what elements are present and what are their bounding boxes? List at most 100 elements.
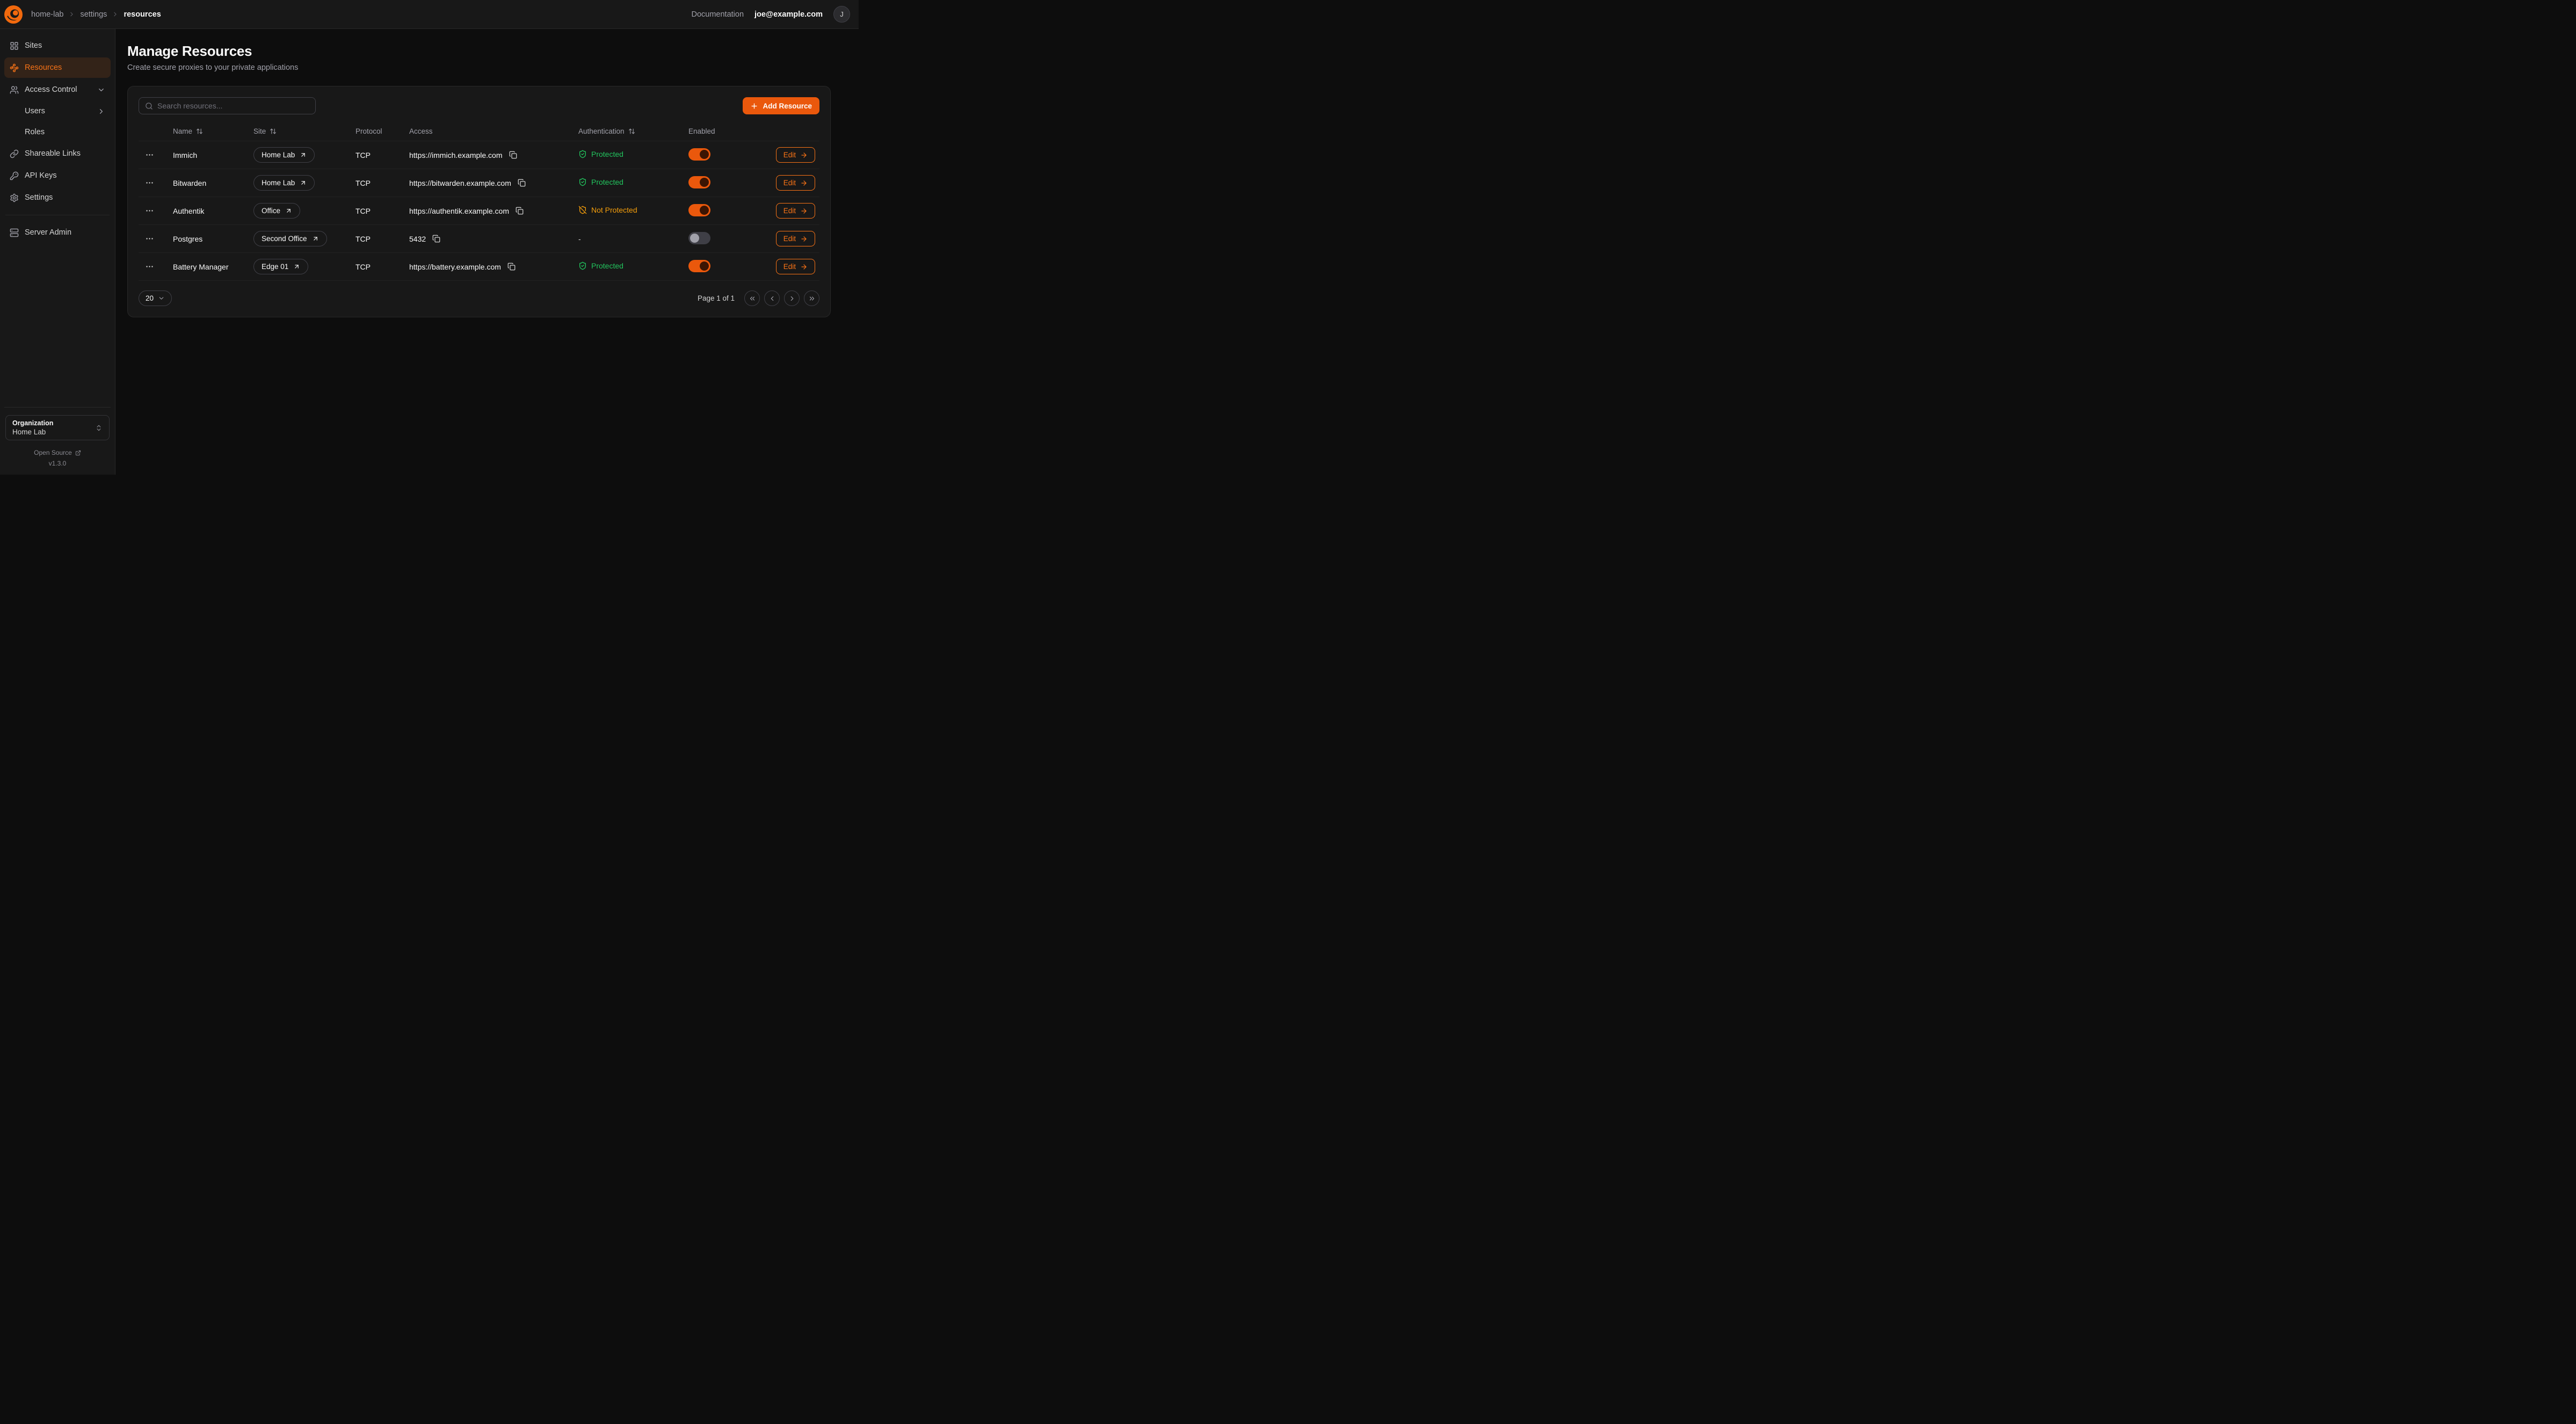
sidebar-item-label: Users	[25, 107, 45, 115]
protocol-value: TCP	[355, 207, 371, 215]
arrow-up-right-icon	[312, 235, 319, 242]
breadcrumb-item-settings[interactable]: settings	[80, 10, 107, 19]
copy-button[interactable]	[506, 261, 517, 272]
sidebar-item-server-admin[interactable]: Server Admin	[4, 222, 111, 243]
edit-button[interactable]: Edit	[776, 175, 815, 191]
copy-icon	[509, 151, 517, 159]
sidebar-item-label: Resources	[25, 63, 62, 72]
edit-label: Edit	[783, 179, 796, 187]
row-menu-button[interactable]	[143, 148, 156, 162]
sidebar-item-sites[interactable]: Sites	[4, 35, 111, 56]
access-url: https://authentik.example.com	[409, 207, 509, 215]
row-menu-button[interactable]	[143, 232, 156, 245]
sidebar-item-label: API Keys	[25, 171, 57, 180]
sidebar-item-access-control[interactable]: Access Control	[4, 79, 111, 100]
enabled-toggle[interactable]	[688, 232, 710, 244]
last-page-button[interactable]	[804, 290, 819, 306]
user-email[interactable]: joe@example.com	[754, 10, 823, 19]
enabled-toggle[interactable]	[688, 204, 710, 216]
row-menu-button[interactable]	[143, 260, 156, 273]
users-icon	[10, 85, 19, 95]
edit-button[interactable]: Edit	[776, 231, 815, 246]
copy-button[interactable]	[508, 150, 518, 160]
server-icon	[10, 228, 19, 237]
sidebar-item-label: Roles	[25, 128, 45, 136]
avatar[interactable]: J	[833, 6, 850, 23]
page-size-select[interactable]: 20	[139, 290, 172, 306]
documentation-link[interactable]: Documentation	[692, 10, 744, 19]
app-logo[interactable]	[4, 5, 23, 24]
sidebar-nav: Sites Resources Access Control	[4, 35, 111, 243]
enabled-toggle[interactable]	[688, 260, 710, 272]
previous-page-button[interactable]	[764, 290, 780, 306]
chevron-right-icon	[788, 295, 796, 302]
enabled-toggle[interactable]	[688, 176, 710, 188]
sidebar-item-users[interactable]: Users	[4, 101, 111, 121]
site-link[interactable]: Second Office	[253, 231, 327, 246]
access-url: https://bitwarden.example.com	[409, 179, 511, 187]
ellipsis-icon	[145, 262, 154, 271]
enabled-toggle[interactable]	[688, 148, 710, 161]
sidebar-item-resources[interactable]: Resources	[4, 57, 111, 78]
site-link[interactable]: Home Lab	[253, 175, 315, 191]
site-name: Home Lab	[262, 151, 295, 159]
arrow-right-icon	[800, 151, 808, 159]
ellipsis-icon	[145, 178, 154, 187]
search-input[interactable]	[157, 101, 309, 110]
header-access: Access	[405, 122, 574, 141]
site-link[interactable]: Office	[253, 203, 300, 219]
copy-icon	[432, 235, 440, 243]
waypoints-icon	[10, 63, 19, 72]
topbar: home-lab settings resources Documentatio…	[0, 0, 859, 29]
protocol-value: TCP	[355, 151, 371, 159]
sort-by-site-button[interactable]: Site	[253, 127, 277, 135]
sidebar-item-api-keys[interactable]: API Keys	[4, 165, 111, 186]
sort-by-name-button[interactable]: Name	[173, 127, 203, 135]
chevrons-right-icon	[808, 295, 816, 302]
ellipsis-icon	[145, 234, 154, 243]
site-link[interactable]: Home Lab	[253, 147, 315, 163]
row-menu-button[interactable]	[143, 204, 156, 217]
header-authentication: Authentication	[574, 122, 684, 141]
edit-button[interactable]: Edit	[776, 259, 815, 274]
copy-button[interactable]	[431, 234, 441, 244]
table-row: Postgres Second Office TCP 5432	[139, 225, 819, 253]
sidebar-item-settings[interactable]: Settings	[4, 187, 111, 208]
sidebar-item-roles[interactable]: Roles	[4, 122, 111, 142]
arrow-up-right-icon	[285, 207, 292, 214]
auth-label: Protected	[591, 150, 623, 158]
sidebar-item-label: Shareable Links	[25, 149, 81, 158]
auth-status: Protected	[578, 150, 623, 158]
breadcrumb-item-resources[interactable]: resources	[124, 10, 161, 19]
site-name: Second Office	[262, 235, 307, 243]
auth-status: Protected	[578, 261, 623, 270]
sort-by-authentication-button[interactable]: Authentication	[578, 127, 635, 135]
copy-button[interactable]	[517, 178, 527, 188]
copy-icon	[516, 207, 524, 215]
edit-button[interactable]: Edit	[776, 203, 815, 219]
add-resource-button[interactable]: Add Resource	[743, 97, 819, 114]
resource-name: Authentik	[173, 207, 204, 215]
next-page-button[interactable]	[784, 290, 800, 306]
link-icon	[10, 149, 19, 158]
resources-table: Name Site	[139, 122, 819, 281]
organization-selector[interactable]: Organization Home Lab	[5, 415, 110, 440]
search-box	[139, 97, 316, 114]
site-link[interactable]: Edge 01	[253, 259, 308, 274]
breadcrumb-item-home-lab[interactable]: home-lab	[31, 10, 63, 19]
edit-button[interactable]: Edit	[776, 147, 815, 163]
chevron-right-icon	[97, 107, 105, 115]
plus-icon	[750, 102, 758, 110]
ellipsis-icon	[145, 150, 154, 159]
table-row: Authentik Office TCP https://authentik.e…	[139, 197, 819, 225]
chevron-down-icon	[158, 295, 165, 302]
open-source-link[interactable]: Open Source	[5, 449, 110, 456]
auth-label: Not Protected	[591, 206, 637, 214]
row-menu-button[interactable]	[143, 176, 156, 190]
sidebar-item-shareable-links[interactable]: Shareable Links	[4, 143, 111, 164]
external-link-icon	[75, 450, 81, 456]
arrow-right-icon	[800, 179, 808, 187]
first-page-button[interactable]	[744, 290, 760, 306]
arrow-up-right-icon	[293, 263, 300, 270]
copy-button[interactable]	[514, 206, 525, 216]
